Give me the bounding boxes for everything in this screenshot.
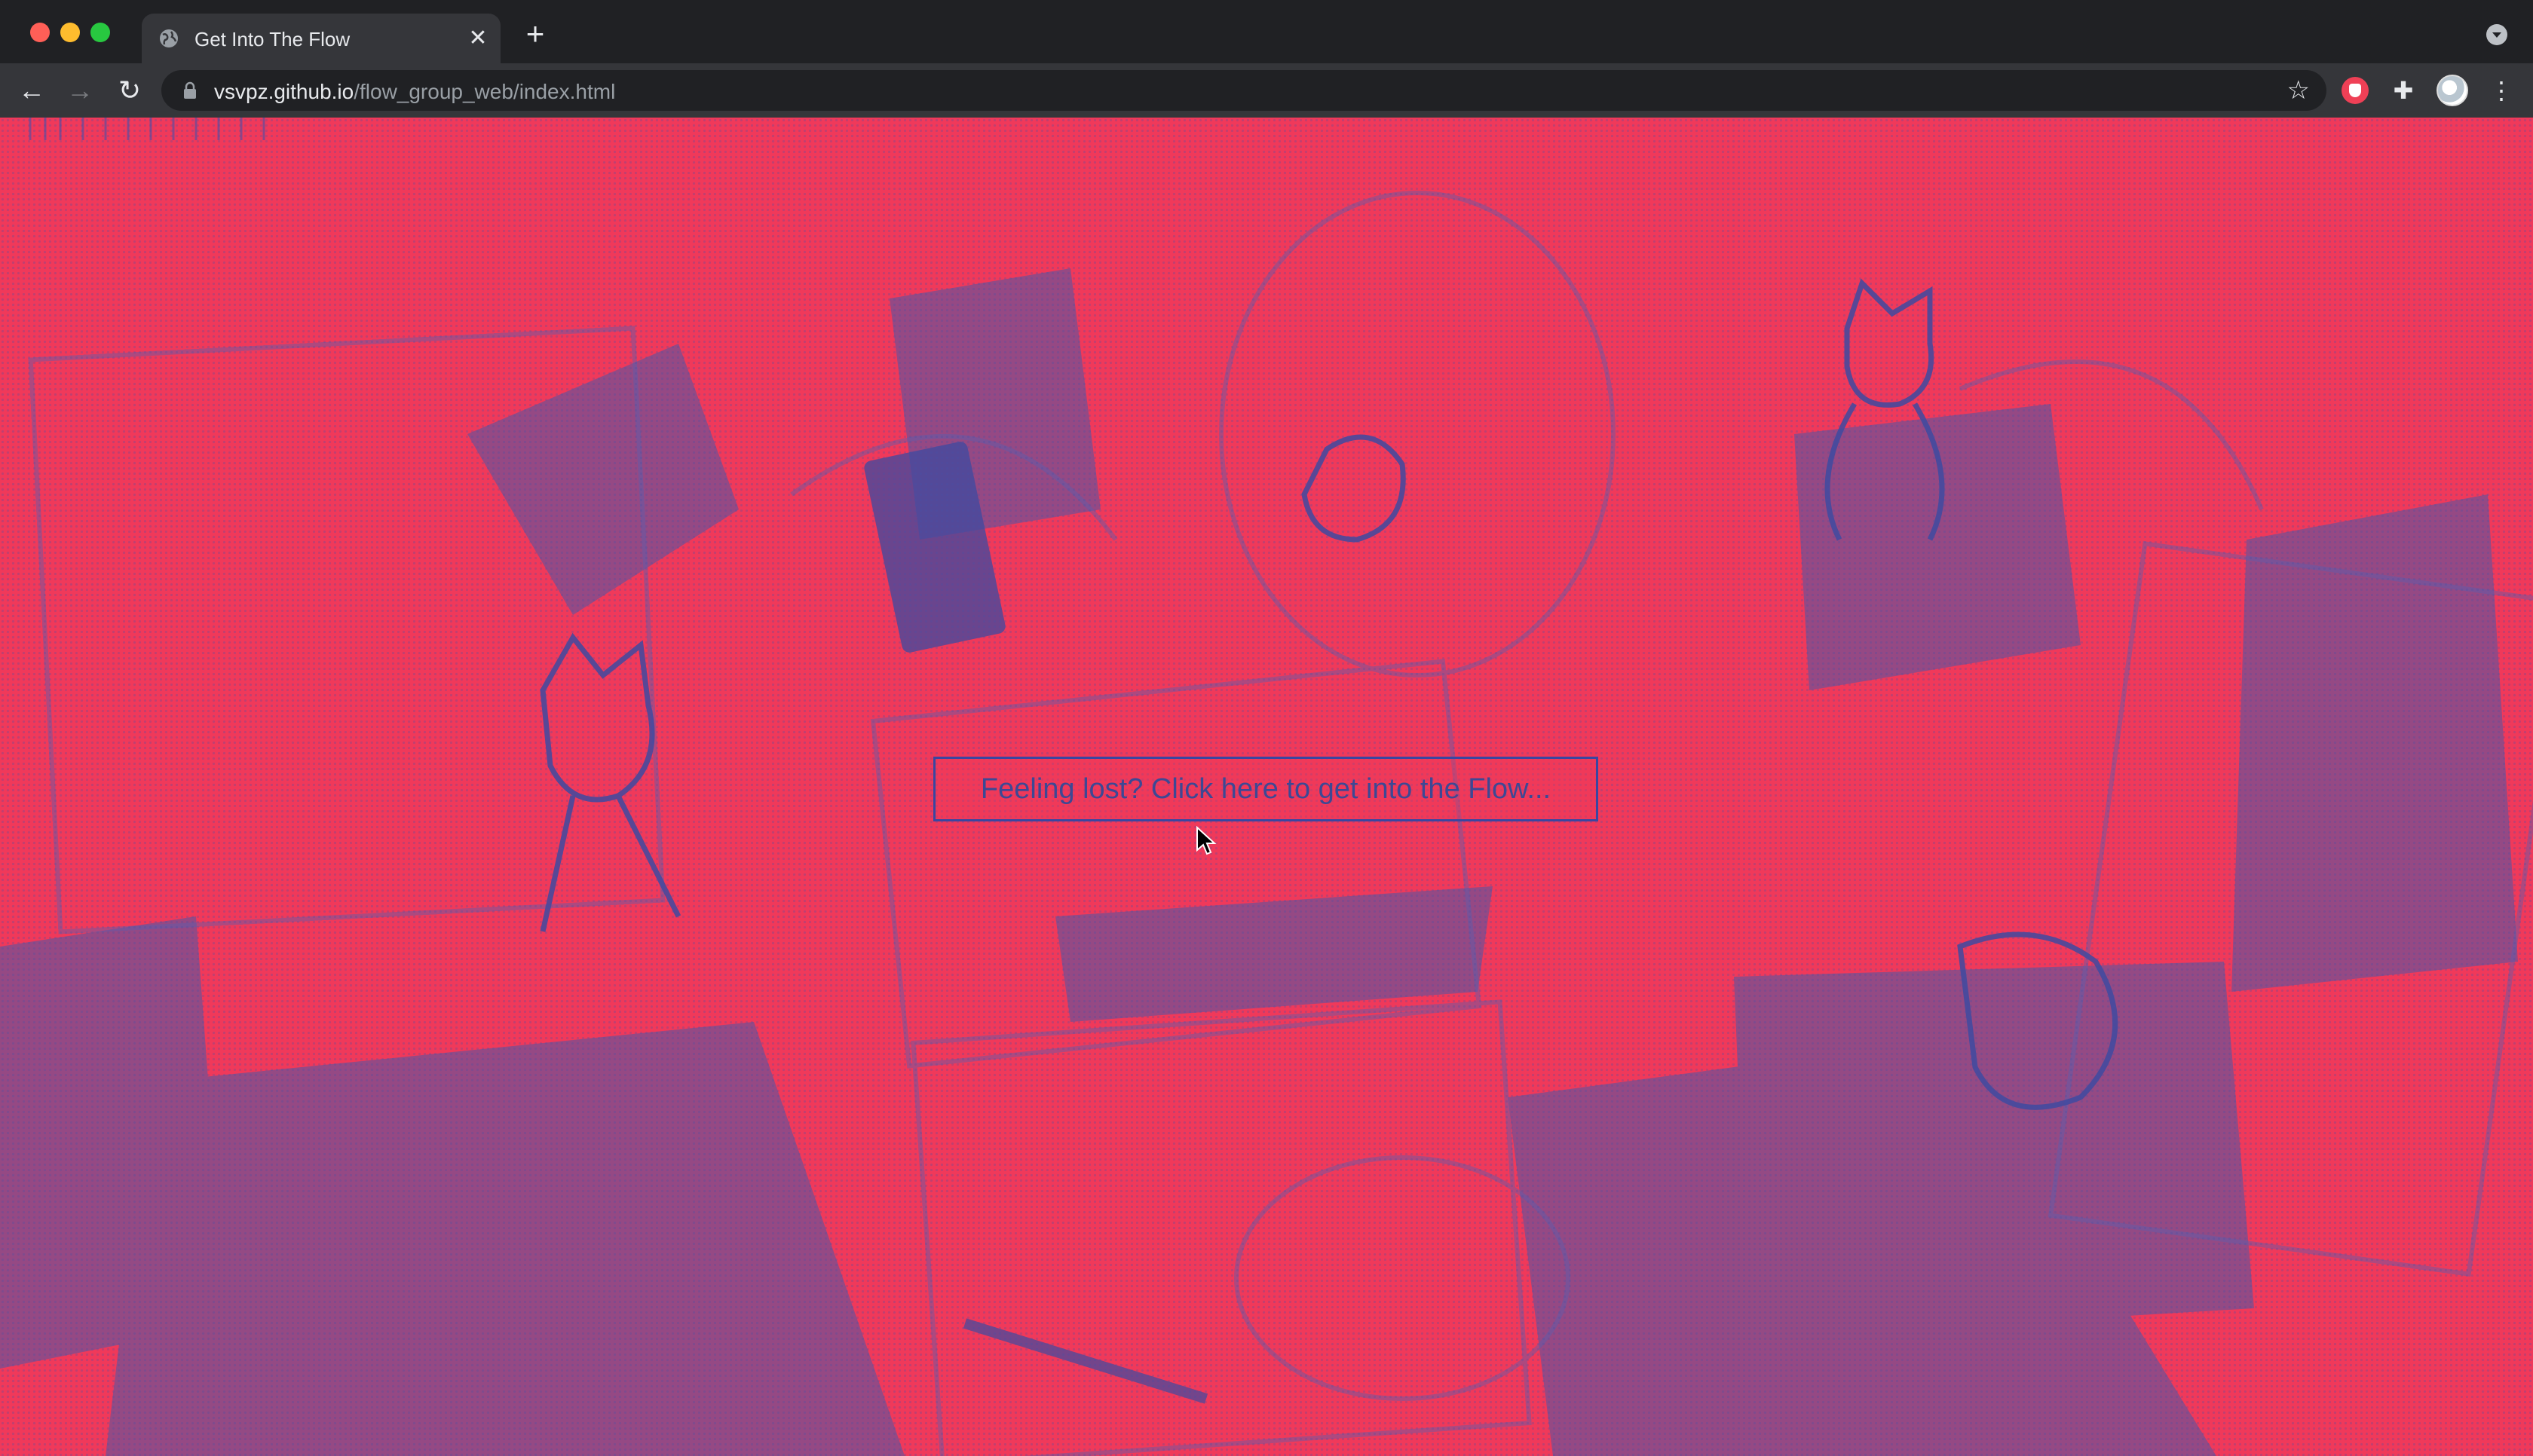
profile-avatar[interactable] bbox=[2437, 75, 2468, 106]
forward-button[interactable]: → bbox=[63, 74, 96, 107]
back-button[interactable]: ← bbox=[15, 74, 48, 107]
page-viewport: Feeling lost? Click here to get into the… bbox=[0, 118, 2533, 1456]
pocket-extension-icon[interactable] bbox=[2342, 77, 2369, 104]
get-into-flow-link[interactable]: Feeling lost? Click here to get into the… bbox=[933, 757, 1598, 821]
tab-get-into-the-flow[interactable]: Get Into The Flow ✕ bbox=[142, 14, 501, 63]
url-path: /flow_group_web/index.html bbox=[354, 80, 616, 103]
browser-window: Get Into The Flow ✕ + ← → ↻ vsvpz.github… bbox=[0, 0, 2533, 1456]
url-text[interactable]: vsvpz.github.io/flow_group_web/index.htm… bbox=[214, 80, 615, 104]
window-maximize-button[interactable] bbox=[90, 23, 110, 42]
address-bar[interactable]: vsvpz.github.io/flow_group_web/index.htm… bbox=[161, 70, 2326, 111]
mouse-cursor-icon bbox=[1196, 826, 1217, 855]
tab-close-icon[interactable]: ✕ bbox=[466, 26, 490, 50]
tab-title: Get Into The Flow bbox=[194, 28, 351, 50]
tab-strip: Get Into The Flow ✕ + bbox=[0, 0, 2533, 63]
url-host: vsvpz.github.io bbox=[214, 80, 354, 103]
new-tab-button[interactable]: + bbox=[520, 18, 550, 50]
bookmark-star-icon[interactable]: ☆ bbox=[2287, 77, 2310, 104]
tab-search-icon[interactable] bbox=[2486, 24, 2507, 45]
browser-menu-icon[interactable]: ⋮ bbox=[2488, 77, 2515, 104]
globe-icon bbox=[160, 29, 178, 47]
lock-icon bbox=[184, 81, 196, 99]
reload-button[interactable]: ↻ bbox=[113, 74, 146, 107]
window-minimize-button[interactable] bbox=[60, 23, 80, 42]
extensions-puzzle-icon[interactable]: ✚ bbox=[2390, 77, 2417, 104]
window-close-button[interactable] bbox=[30, 23, 50, 42]
browser-toolbar: ← → ↻ vsvpz.github.io/flow_group_web/ind… bbox=[0, 63, 2533, 118]
